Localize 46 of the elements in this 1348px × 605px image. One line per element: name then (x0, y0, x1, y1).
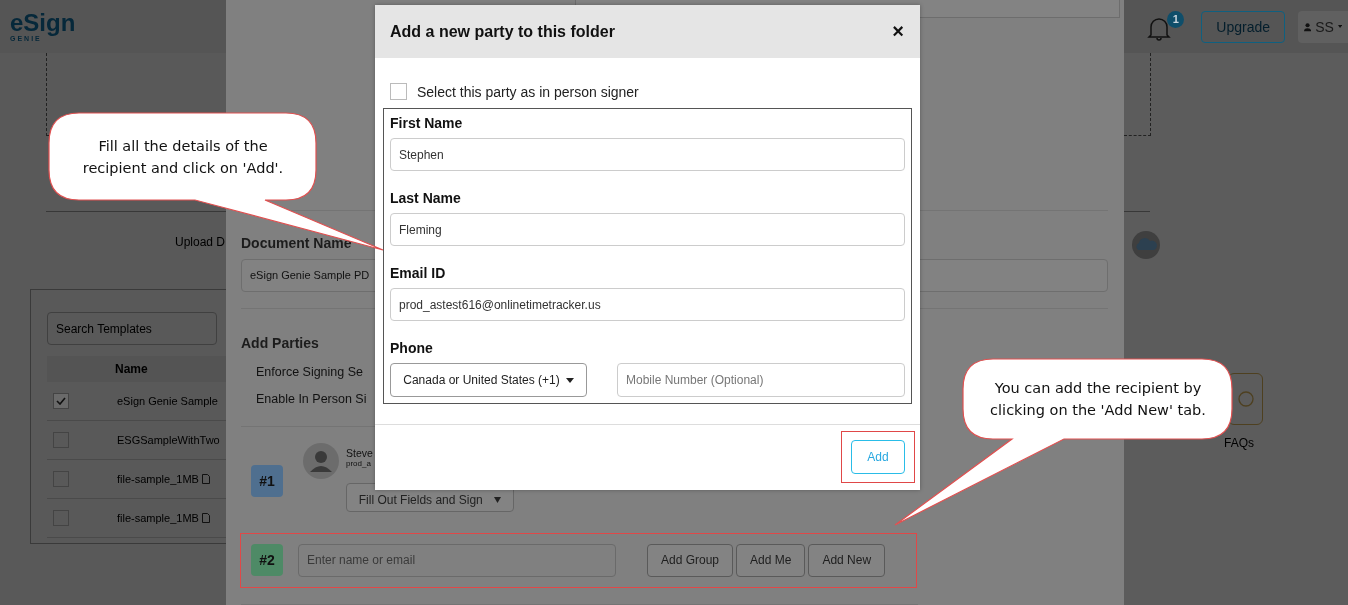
notification-badge: 1 (1167, 10, 1185, 28)
field-label: Email ID (390, 265, 447, 281)
recipient-field[interactable]: Enter name or email (298, 543, 616, 577)
close-button[interactable]: × (892, 20, 904, 43)
row-checkbox[interactable] (53, 393, 69, 409)
caret-icon (565, 377, 574, 383)
section-title: Add Parties (241, 334, 319, 351)
party-number-badge: #2 (251, 544, 283, 577)
document-name-label: Document Name (241, 235, 352, 252)
callout-text: You can add the recipient by clicking on the 'Add New' tab. (989, 379, 1207, 420)
table-cell: ESGSampleWithTwo (117, 434, 220, 446)
checkbox[interactable] (390, 83, 407, 100)
party-number-badge: #1 (251, 464, 283, 497)
input-field[interactable]: prod_astest616@onlinetimetracker.us (390, 288, 905, 321)
cloud-icon[interactable] (1131, 230, 1161, 260)
field-label: Last Name (390, 190, 462, 206)
country-dropdown[interactable]: Canada or United States (+1) (390, 363, 587, 397)
field-label: Phone (390, 340, 434, 356)
table-cell: eSign Genie Sample (117, 395, 218, 407)
mobile-field[interactable]: Mobile Number (Optional) (617, 363, 905, 397)
option-label: Enable In Person Si (256, 391, 367, 406)
party-email: prod_a (346, 458, 371, 468)
upgrade-button[interactable]: Upgrade (1201, 10, 1285, 43)
avatar-icon (303, 442, 339, 479)
dialog-title: Add a new party to this folder (390, 22, 615, 41)
party-button[interactable]: Add Group (647, 543, 734, 577)
add-button[interactable]: Add (851, 440, 905, 474)
caret-icon (1337, 24, 1342, 29)
table-cell: file-sample_1MB (117, 473, 199, 485)
party-button[interactable]: Add Me (736, 543, 806, 577)
search-field[interactable]: Search Templates (47, 312, 217, 345)
callout-text: Fill all the details of the recipient and click on 'Add'. (81, 137, 285, 178)
check-icon (56, 397, 66, 405)
user-menu[interactable]: SS (1298, 10, 1348, 43)
checkbox-label: Select this party as in person signer (417, 83, 639, 100)
party-button[interactable]: Add New (808, 543, 886, 577)
input-field[interactable]: Fleming (390, 213, 905, 246)
table-header: Name (47, 356, 226, 382)
caret-icon (494, 497, 502, 504)
table-cell: file-sample_1MB (117, 512, 199, 524)
upload-label: Upload D (175, 235, 226, 249)
field-label: First Name (390, 115, 464, 131)
faq-label: FAQs (1224, 436, 1254, 450)
input-field[interactable]: Stephen (390, 138, 905, 171)
option-label: Enforce Signing Se (256, 364, 363, 379)
party-name: Steve (346, 446, 373, 459)
